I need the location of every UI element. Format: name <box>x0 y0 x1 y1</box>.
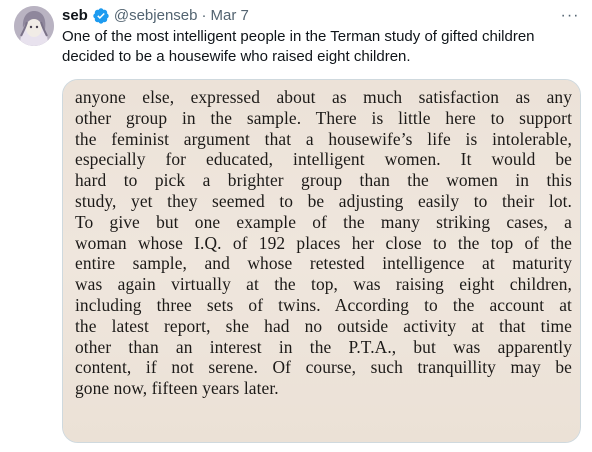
scan-text-line: was again virtually at the top, was rais… <box>75 274 572 295</box>
scan-text-line: the feminist argument that a housewife’s… <box>75 128 572 149</box>
verified-badge-icon[interactable] <box>92 7 110 25</box>
tweet-media-image[interactable]: anyone else, expressed about as much sat… <box>62 79 581 443</box>
avatar-image <box>14 6 54 46</box>
scan-text-line: the latest report, she had no outside ac… <box>75 315 572 336</box>
scan-text-line: study, yet they seemed to be adjusting e… <box>75 190 572 211</box>
scan-text-line: other than an interest in the P.T.A., bu… <box>75 336 572 357</box>
tweet-date[interactable]: Mar 7 <box>210 6 248 26</box>
separator-dot: · <box>201 7 207 24</box>
scan-text-line: especially for educated, intelligent wom… <box>75 149 572 170</box>
scanned-book-page: anyone else, expressed about as much sat… <box>63 80 580 442</box>
scan-text-line: gone now, fifteen years later. <box>75 378 279 399</box>
scan-text-line: To give but one example of the many stri… <box>75 211 572 232</box>
scan-text-line: entire sample, and whose retested intell… <box>75 253 572 274</box>
tweet-text: One of the most intelligent people in th… <box>62 28 535 65</box>
author-handle[interactable]: @sebjenseb <box>114 6 198 26</box>
scan-text-line: other group in the sample. There is litt… <box>75 107 572 128</box>
scan-text-line: including three sets of twins. According… <box>75 294 572 315</box>
scan-text-line: hard to pick a brighter group than the w… <box>75 170 572 191</box>
scan-text-line: content, if not serene. Of course, such … <box>75 357 572 378</box>
display-name[interactable]: seb <box>62 6 88 26</box>
scan-text-line: woman whose I.Q. of 192 places her close… <box>75 232 572 253</box>
scan-text-line: anyone else, expressed about as much sat… <box>75 87 572 107</box>
avatar[interactable] <box>14 6 54 46</box>
tweet-header: seb @sebjenseb · Mar 7 <box>62 6 249 26</box>
tweet[interactable]: seb @sebjenseb · Mar 7 ··· One of the mo… <box>0 0 592 452</box>
more-options-icon[interactable]: ··· <box>560 6 580 26</box>
